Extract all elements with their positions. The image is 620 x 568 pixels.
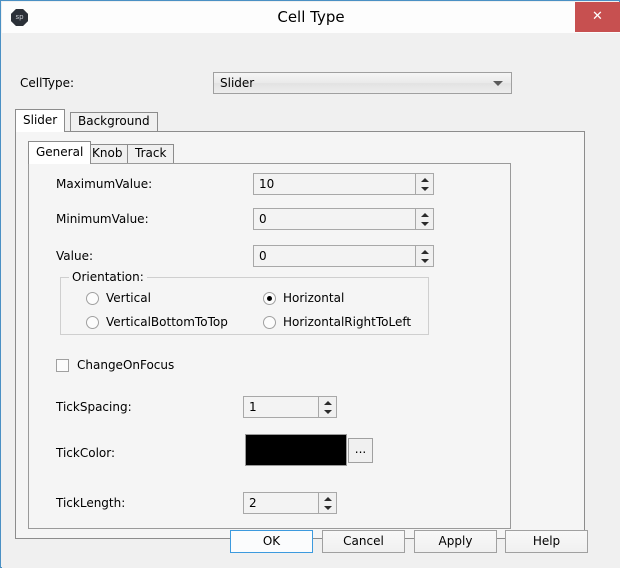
celltype-dropdown[interactable]: Slider (213, 72, 512, 94)
tick-spacing-input[interactable]: 1 (243, 396, 337, 418)
general-tab-panel: MaximumValue: 10 MinimumValue: 0 Value: … (28, 163, 511, 529)
apply-button[interactable]: Apply (414, 530, 497, 553)
value-stepper[interactable] (415, 246, 433, 266)
tick-length-label: TickLength: (56, 496, 126, 510)
minimum-value-text: 0 (259, 212, 267, 226)
maximum-value-label: MaximumValue: (56, 177, 153, 191)
tick-spacing-stepper[interactable] (318, 397, 336, 417)
help-button[interactable]: Help (505, 530, 588, 553)
tick-color-label: TickColor: (56, 446, 116, 460)
maximum-value-stepper[interactable] (415, 174, 433, 194)
minimum-value-input[interactable]: 0 (253, 208, 434, 230)
cell-type-dialog: sp Cell Type ✕ CellType: Slider Slider B… (0, 0, 620, 568)
radio-mark-icon (263, 316, 276, 329)
outer-tabstrip: Slider Background (15, 109, 585, 132)
window-title: Cell Type (277, 8, 345, 26)
stepper-up-icon[interactable] (416, 209, 433, 219)
inner-tabstrip: General Knob Track (28, 141, 508, 164)
stepper-down-icon[interactable] (319, 503, 336, 513)
orientation-groupbox: Orientation: Vertical Horizontal Vertica… (60, 270, 429, 335)
minimum-value-stepper[interactable] (415, 209, 433, 229)
tick-spacing-text: 1 (249, 400, 257, 414)
tab-background[interactable]: Background (70, 112, 158, 131)
tick-color-browse-button[interactable]: ... (348, 438, 373, 463)
cancel-button[interactable]: Cancel (322, 530, 405, 553)
tick-length-text: 2 (249, 496, 257, 510)
radio-mark-icon (86, 316, 99, 329)
value-input[interactable]: 0 (253, 245, 434, 267)
tab-slider[interactable]: Slider (15, 109, 66, 132)
tick-color-swatch[interactable] (245, 434, 347, 466)
radio-mark-icon (263, 292, 276, 305)
celltype-label: CellType: (20, 76, 75, 90)
slider-tab-panel: General Knob Track MaximumValue: 10 Mini… (15, 131, 585, 539)
stepper-down-icon[interactable] (319, 407, 336, 417)
radio-horizontal-right-to-left-label: HorizontalRightToLeft (283, 315, 412, 329)
stepper-down-icon[interactable] (416, 219, 433, 229)
tick-length-stepper[interactable] (318, 493, 336, 513)
checkbox-box-icon (56, 359, 69, 372)
stepper-down-icon[interactable] (416, 184, 433, 194)
title-bar: sp Cell Type ✕ (2, 2, 620, 33)
radio-vertical-bottom-to-top-label: VerticalBottomToTop (106, 315, 228, 329)
stepper-up-icon[interactable] (416, 246, 433, 256)
change-on-focus-label: ChangeOnFocus (77, 358, 175, 372)
chevron-down-icon (493, 81, 503, 86)
orientation-title: Orientation: (69, 270, 147, 284)
celltype-selected-value: Slider (220, 76, 255, 90)
radio-mark-icon (86, 292, 99, 305)
tab-track[interactable]: Track (127, 144, 175, 163)
maximum-value-input[interactable]: 10 (253, 173, 434, 195)
value-label: Value: (56, 249, 93, 263)
tick-length-input[interactable]: 2 (243, 492, 337, 514)
minimum-value-label: MinimumValue: (56, 212, 149, 226)
maximum-value-text: 10 (259, 177, 275, 191)
dialog-body: CellType: Slider Slider Background Gener… (2, 33, 620, 568)
stepper-down-icon[interactable] (416, 256, 433, 266)
stepper-up-icon[interactable] (319, 493, 336, 503)
radio-vertical-label: Vertical (106, 291, 151, 305)
radio-horizontal-label: Horizontal (283, 291, 345, 305)
stepper-up-icon[interactable] (416, 174, 433, 184)
close-icon[interactable]: ✕ (575, 2, 620, 32)
stepper-up-icon[interactable] (319, 397, 336, 407)
tick-spacing-label: TickSpacing: (56, 400, 132, 414)
ok-button[interactable]: OK (230, 530, 313, 553)
value-text: 0 (259, 249, 267, 263)
tab-general[interactable]: General (28, 141, 92, 164)
